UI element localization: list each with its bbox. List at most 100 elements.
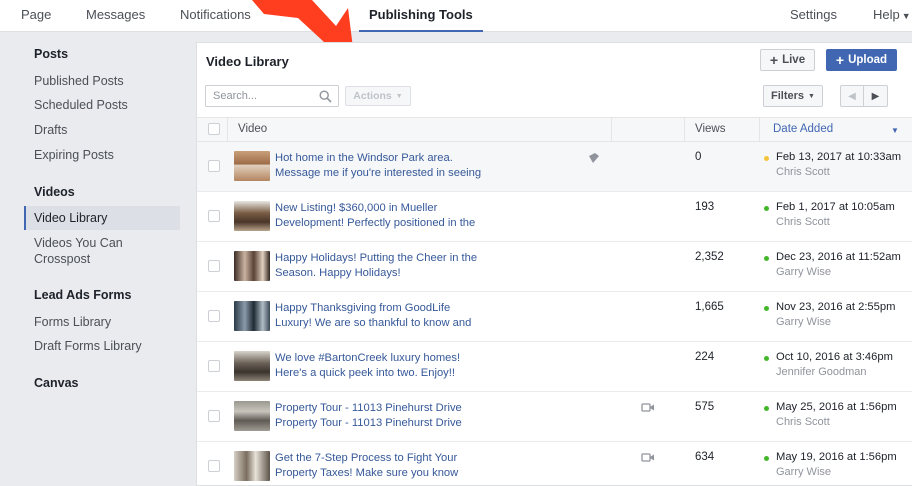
select-all-checkbox[interactable] (208, 123, 220, 135)
sidebar-item-expiring-posts[interactable]: Expiring Posts (34, 147, 114, 163)
plus-icon: + (835, 52, 845, 68)
date-added: May 19, 2016 at 1:56pm (776, 451, 897, 463)
tab-page[interactable]: Page (21, 0, 51, 32)
video-title-link[interactable]: Get the 7-Step Process to Fight Your Pro… (275, 451, 487, 481)
video-thumbnail[interactable] (234, 401, 270, 431)
column-header-date-added[interactable]: Date Added (773, 118, 833, 141)
table-row[interactable]: Property Tour - 11013 Pinehurst Drive Pr… (197, 392, 912, 442)
sidebar-item-published-posts[interactable]: Published Posts (34, 73, 124, 89)
table-row[interactable]: Happy Holidays! Putting the Cheer in the… (197, 242, 912, 292)
view-count: 575 (695, 401, 715, 413)
row-checkbox[interactable] (208, 160, 220, 172)
row-checkbox[interactable] (208, 260, 220, 272)
sidebar-item-video-library[interactable]: Video Library (24, 206, 180, 230)
chevron-right-icon: ▶ (871, 90, 880, 102)
row-checkbox[interactable] (208, 210, 220, 222)
author-name: Chris Scott (776, 216, 830, 228)
view-count: 193 (695, 201, 715, 213)
author-name: Chris Scott (776, 166, 830, 178)
status-dot-scheduled (764, 156, 769, 161)
status-dot-published (764, 406, 769, 411)
page-title: Video Library (206, 54, 289, 69)
video-thumbnail[interactable] (234, 451, 270, 481)
tab-settings[interactable]: Settings (790, 0, 837, 32)
row-checkbox[interactable] (208, 460, 220, 472)
view-count: 2,352 (695, 251, 724, 263)
sidebar-item-forms-library[interactable]: Forms Library (34, 314, 111, 330)
view-count: 0 (695, 151, 702, 163)
view-count: 1,665 (695, 301, 724, 313)
column-divider (759, 118, 760, 141)
tab-publishing-tools[interactable]: Publishing Tools (359, 0, 483, 32)
sidebar-heading-lead-ads: Lead Ads Forms (34, 288, 132, 302)
view-count: 224 (695, 351, 715, 363)
video-title-link[interactable]: Happy Holidays! Putting the Cheer in the… (275, 251, 487, 281)
table-row[interactable]: Get the 7-Step Process to Fight Your Pro… (197, 442, 912, 486)
video-thumbnail[interactable] (234, 301, 270, 331)
video-thumbnail[interactable] (234, 201, 270, 231)
filters-dropdown[interactable]: Filters ▼ (763, 85, 823, 107)
video-thumbnail[interactable] (234, 251, 270, 281)
table-row[interactable]: Hot home in the Windsor Park area. Messa… (197, 142, 912, 192)
video-thumbnail[interactable] (234, 151, 270, 181)
date-added: May 25, 2016 at 1:56pm (776, 401, 897, 413)
column-header-video[interactable]: Video (238, 118, 267, 141)
plus-icon: + (769, 52, 779, 68)
view-count: 634 (695, 451, 715, 463)
status-dot-published (764, 456, 769, 461)
sidebar-item-scheduled-posts[interactable]: Scheduled Posts (34, 97, 128, 113)
actions-dropdown[interactable]: Actions ▼ (345, 86, 411, 106)
tab-messages[interactable]: Messages (86, 0, 145, 32)
column-divider (611, 118, 612, 141)
table-header: Video Views Date Added ▼ (197, 117, 912, 142)
tab-notifications[interactable]: Notifications (180, 0, 251, 32)
live-button-label: Live (782, 54, 806, 66)
table-row[interactable]: We love #BartonCreek luxury homes! Here'… (197, 342, 912, 392)
help-label: Help (873, 7, 900, 22)
status-dot-published (764, 206, 769, 211)
video-title-link[interactable]: Property Tour - 11013 Pinehurst Drive Pr… (275, 401, 487, 431)
row-checkbox[interactable] (208, 410, 220, 422)
status-dot-published (764, 356, 769, 361)
search-icon[interactable] (319, 90, 332, 103)
search-input[interactable] (206, 86, 314, 106)
caret-down-icon: ▼ (808, 92, 815, 100)
column-header-views[interactable]: Views (695, 118, 725, 141)
author-name: Garry Wise (776, 466, 831, 478)
sidebar-item-draft-forms-library[interactable]: Draft Forms Library (34, 338, 142, 354)
sidebar-item-videos-crosspost[interactable]: Videos You Can Crosspost (34, 235, 123, 267)
video-title-link[interactable]: Hot home in the Windsor Park area. Messa… (275, 151, 487, 181)
sidebar: Posts Published Posts Scheduled Posts Dr… (0, 33, 190, 486)
sidebar-heading-canvas[interactable]: Canvas (34, 376, 78, 390)
filters-label: Filters (771, 90, 805, 102)
chevron-left-icon: ◀ (848, 90, 856, 102)
next-page-button[interactable]: ▶ (864, 85, 888, 107)
table-row[interactable]: Happy Thanksgiving from GoodLife Luxury!… (197, 292, 912, 342)
top-nav: Page Messages Notifications Publishing T… (0, 0, 912, 32)
row-checkbox[interactable] (208, 310, 220, 322)
actions-label: Actions (353, 90, 392, 102)
upload-button-label: Upload (848, 54, 888, 66)
row-checkbox[interactable] (208, 360, 220, 372)
date-added: Oct 10, 2016 at 3:46pm (776, 351, 893, 363)
video-thumbnail[interactable] (234, 351, 270, 381)
video-title-link[interactable]: Happy Thanksgiving from GoodLife Luxury!… (275, 301, 487, 331)
date-added: Feb 13, 2017 at 10:33am (776, 151, 902, 163)
sidebar-item-drafts[interactable]: Drafts (34, 122, 67, 138)
table-row[interactable]: New Listing! $360,000 in Mueller Develop… (197, 192, 912, 242)
video-title-link[interactable]: New Listing! $360,000 in Mueller Develop… (275, 201, 487, 231)
pencil-badge-icon (589, 153, 599, 163)
video-library-panel: Video Library + Live + Upload Actions ▼ … (196, 42, 912, 486)
live-button[interactable]: + Live (760, 49, 815, 71)
author-name: Jennifer Goodman (776, 366, 867, 378)
upload-button[interactable]: + Upload (826, 49, 897, 71)
author-name: Chris Scott (776, 416, 830, 428)
tab-help[interactable]: Help ▼ (873, 0, 911, 32)
prev-page-button[interactable]: ◀ (840, 85, 864, 107)
status-dot-published (764, 306, 769, 311)
video-title-link[interactable]: We love #BartonCreek luxury homes! Here'… (275, 351, 487, 381)
search-box (205, 85, 339, 107)
column-divider (227, 118, 228, 141)
caret-down-icon: ▼ (901, 11, 911, 21)
author-name: Garry Wise (776, 316, 831, 328)
